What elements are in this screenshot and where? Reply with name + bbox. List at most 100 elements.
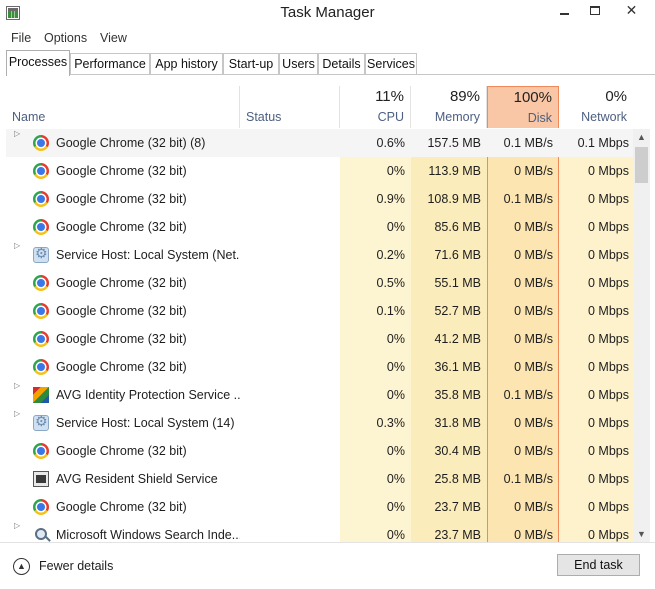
column-header-name[interactable]: Name <box>6 86 240 128</box>
process-name: Microsoft Windows Search Inde... <box>56 528 240 542</box>
process-row[interactable]: Google Chrome (32 bit) 0% 85.6 MB 0 MB/s 0 M… <box>6 213 633 241</box>
chevron-up-icon[interactable]: ▲ <box>13 558 30 575</box>
process-row[interactable]: ▷ AVG Identity Protection Service ... 0% 35… <box>6 381 633 409</box>
column-header-status[interactable]: Status <box>240 86 340 128</box>
process-memory: 25.8 MB <box>434 472 481 486</box>
process-name: AVG Identity Protection Service ... <box>56 388 240 402</box>
process-disk: 0.1 MB/s <box>503 472 553 486</box>
process-disk: 0 MB/s <box>514 276 553 290</box>
process-memory: 41.2 MB <box>434 332 481 346</box>
process-memory: 52.7 MB <box>434 304 481 318</box>
process-row[interactable]: ▷Service Host: Local System (14)0.3%31.8… <box>6 409 633 437</box>
process-name: Service Host: Local System (14) <box>56 416 235 430</box>
process-row[interactable]: Google Chrome (32 bit) 0.9% 108.9 MB 0.1 MB… <box>6 185 633 213</box>
process-cpu: 0% <box>386 220 405 234</box>
tab-details[interactable]: Details <box>318 53 365 75</box>
process-memory: 31.8 MB <box>434 416 481 430</box>
close-button[interactable]: ✕ <box>609 0 654 20</box>
scroll-down-arrow-icon[interactable]: ▼ <box>633 526 650 542</box>
process-row[interactable]: ▷ Microsoft Windows Search Inde... 0% 23.7 … <box>6 521 633 542</box>
process-name: Google Chrome (32 bit) <box>56 276 187 290</box>
process-row[interactable]: AVG Resident Shield Service 0% 25.8 MB 0.1 … <box>6 465 633 493</box>
column-header-disk[interactable]: 100% Disk <box>487 86 559 128</box>
process-cpu: 0.3% <box>376 416 406 430</box>
process-name: Google Chrome (32 bit) (8) <box>56 136 206 150</box>
tab-performance[interactable]: Performance <box>70 53 150 75</box>
maximize-button[interactable] <box>581 0 609 20</box>
footer-bar: ▲ Fewer details End task <box>0 542 655 589</box>
vertical-scrollbar[interactable]: ▲ ▼ <box>633 129 650 542</box>
menu-options[interactable]: Options <box>44 31 87 45</box>
process-name: Google Chrome (32 bit) <box>56 444 187 458</box>
process-memory: 85.6 MB <box>434 220 481 234</box>
process-network: 0 Mbps <box>588 220 629 234</box>
process-row[interactable]: ▷Service Host: Local System (Net...0.2%7… <box>6 241 633 269</box>
tab-app-history[interactable]: App history <box>150 53 223 75</box>
column-header-network[interactable]: 0% Network <box>559 86 633 128</box>
process-memory: 35.8 MB <box>434 388 481 402</box>
process-cpu: 0% <box>386 164 405 178</box>
process-row[interactable]: Google Chrome (32 bit) 0% 41.2 MB 0 MB/s 0 M… <box>6 325 633 353</box>
column-header-network-label: Network <box>581 110 627 124</box>
process-row[interactable]: Google Chrome (32 bit) 0% 113.9 MB 0 MB/s 0 … <box>6 157 633 185</box>
tab-start-up[interactable]: Start-up <box>223 53 279 75</box>
tab-processes[interactable]: Processes <box>6 50 70 76</box>
process-row[interactable]: Google Chrome (32 bit) 0% 23.7 MB 0 MB/s 0 M… <box>6 493 633 521</box>
process-disk: 0 MB/s <box>514 416 553 430</box>
process-row[interactable]: Google Chrome (32 bit) 0% 30.4 MB 0 MB/s 0 M… <box>6 437 633 465</box>
process-disk: 0 MB/s <box>514 248 553 262</box>
process-disk: 0.1 MB/s <box>503 388 553 402</box>
column-header-cpu-label: CPU <box>377 110 404 124</box>
end-task-button[interactable]: End task <box>557 554 640 576</box>
close-icon: ✕ <box>625 2 638 18</box>
scrollbar-thumb[interactable] <box>635 147 648 183</box>
process-network: 0 Mbps <box>588 500 629 514</box>
column-header-status-label: Status <box>246 110 282 124</box>
process-disk: 0 MB/s <box>514 528 553 542</box>
process-disk: 0 MB/s <box>514 500 553 514</box>
menu-bar: File Options View <box>0 27 655 49</box>
process-row[interactable]: Google Chrome (32 bit) 0.5% 55.1 MB 0 MB/s 0… <box>6 269 633 297</box>
process-network: 0 Mbps <box>588 388 629 402</box>
menu-file[interactable]: File <box>11 31 31 45</box>
fewer-details-link[interactable]: Fewer details <box>39 559 113 573</box>
process-memory: 71.6 MB <box>434 248 481 262</box>
process-name: Google Chrome (32 bit) <box>56 164 187 178</box>
process-network: 0 Mbps <box>588 528 629 542</box>
process-cpu: 0% <box>386 388 405 402</box>
title-bar: Task Manager ✕ <box>0 0 655 27</box>
process-network: 0 Mbps <box>588 248 629 262</box>
process-name: Google Chrome (32 bit) <box>56 192 187 206</box>
process-memory: 23.7 MB <box>434 528 481 542</box>
process-cpu: 0% <box>386 472 405 486</box>
tab-services[interactable]: Services <box>365 53 417 75</box>
process-disk: 0.1 MB/s <box>503 136 553 150</box>
minimize-button[interactable] <box>547 0 581 20</box>
process-cpu: 0% <box>386 500 405 514</box>
process-disk: 0 MB/s <box>514 444 553 458</box>
process-row[interactable]: ▷ Google Chrome (32 bit) (8) 0.6% 157.5 MB 0… <box>6 129 633 157</box>
process-memory: 108.9 MB <box>427 192 481 206</box>
process-disk: 0 MB/s <box>514 360 553 374</box>
scroll-up-arrow-icon[interactable]: ▲ <box>633 129 650 145</box>
process-cpu: 0.9% <box>376 192 406 206</box>
process-network: 0 Mbps <box>588 416 629 430</box>
network-total-percent: 0% <box>605 88 627 105</box>
memory-total-percent: 89% <box>449 88 480 105</box>
column-header-memory-label: Memory <box>434 110 480 124</box>
process-row[interactable]: Google Chrome (32 bit) 0% 36.1 MB 0 MB/s 0 M… <box>6 353 633 381</box>
process-name: Google Chrome (32 bit) <box>56 360 187 374</box>
tab-users[interactable]: Users <box>279 53 318 75</box>
process-row[interactable]: Google Chrome (32 bit) 0.1% 52.7 MB 0 MB/s 0… <box>6 297 633 325</box>
column-header-cpu[interactable]: 11% CPU <box>340 86 411 128</box>
process-list: ▷ Google Chrome (32 bit) (8) 0.6% 157.5 MB 0… <box>6 129 633 542</box>
process-cpu: 0% <box>386 360 405 374</box>
column-header-memory[interactable]: ▼ 89% Memory <box>411 86 503 128</box>
process-cpu: 0% <box>386 332 405 346</box>
process-name: Service Host: Local System (Net... <box>56 248 240 262</box>
process-network: 0 Mbps <box>588 444 629 458</box>
process-cpu: 0.5% <box>376 276 406 290</box>
menu-view[interactable]: View <box>100 31 127 45</box>
process-memory: 36.1 MB <box>434 360 481 374</box>
column-header-row: Name Status 11% CPU ▼ 89% Memory 100% Di… <box>6 86 633 128</box>
